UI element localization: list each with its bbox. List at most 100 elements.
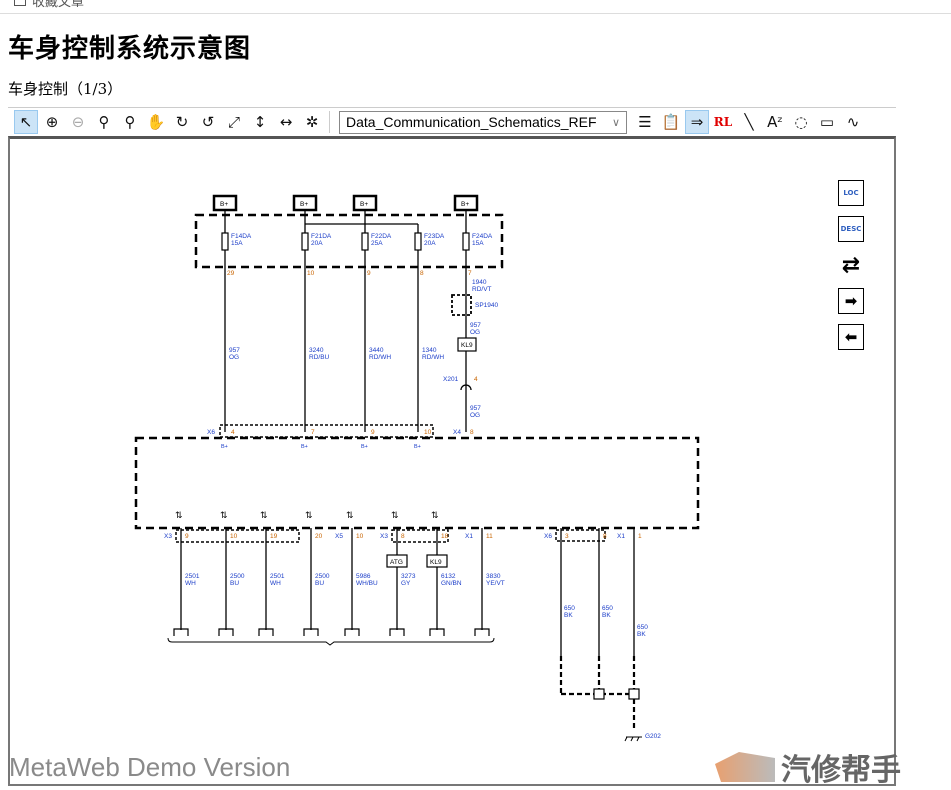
loc-button[interactable]: LOC xyxy=(838,180,864,206)
connector-pin: 8 xyxy=(603,533,607,540)
bidirectional-arrow-icon: ⇅ xyxy=(260,510,268,520)
wire-number: 957 xyxy=(470,322,481,329)
module-pin-b-plus: B+ xyxy=(414,444,421,450)
wire-color: GY xyxy=(401,580,411,587)
fuse-id: F24DA xyxy=(472,233,493,240)
terminal-connector-icon xyxy=(389,628,405,636)
wire-number: 2500 xyxy=(230,573,245,580)
terminal-connector-icon xyxy=(258,628,274,636)
wire-number: 6132 xyxy=(441,573,456,580)
wiring-schematic: B+F14DA15A29957OG4B+B+F21DA20A103240RD/B… xyxy=(134,194,700,742)
kl9-label: KL9 xyxy=(461,342,473,349)
module-pin-b-plus: B+ xyxy=(221,444,228,450)
connector-pin: 10 xyxy=(356,533,364,540)
bidirectional-arrow-icon: ⇅ xyxy=(346,510,354,520)
fuse-F14DA-icon xyxy=(221,232,229,251)
logo: 汽修帮手 xyxy=(715,744,951,790)
connector-x3-outline xyxy=(175,529,300,543)
wire-color: BK xyxy=(602,612,611,619)
connector-id: X1 xyxy=(617,533,625,540)
terminal-connector-icon xyxy=(173,628,189,636)
desc-button[interactable]: DESC xyxy=(838,216,864,242)
fuse-rating: 15A xyxy=(472,240,484,247)
fuse-pin: 8 xyxy=(420,270,424,277)
wire-number: 957 xyxy=(470,405,481,412)
wire-color: OG xyxy=(470,412,480,419)
logo-mark-icon xyxy=(715,752,775,782)
splice-label: SP1940 xyxy=(475,302,499,309)
bidirectional-arrow-icon: ⇅ xyxy=(220,510,228,520)
wire-number: 3240 xyxy=(309,347,324,354)
wire-number: 957 xyxy=(229,347,240,354)
wire-number: 2500 xyxy=(315,573,330,580)
connector-id: X201 xyxy=(443,376,459,383)
fuse-rating: 25A xyxy=(371,240,383,247)
connector-pin: 19 xyxy=(270,533,278,540)
wire-number: 650 xyxy=(637,624,648,631)
logo-text: 汽修帮手 xyxy=(781,753,901,788)
fuse-id: F22DA xyxy=(371,233,392,240)
prev-button[interactable]: ⬅ xyxy=(838,324,864,350)
terminal-connector-icon xyxy=(303,628,319,636)
wire-color: YE/VT xyxy=(486,580,505,587)
wire-number: 1940 xyxy=(472,279,487,286)
connector-id: X3 xyxy=(380,533,388,540)
swap-button[interactable]: ⇄ xyxy=(838,252,864,278)
fuse-pin: 29 xyxy=(227,270,235,277)
connector-id: X6 xyxy=(207,429,215,436)
watermark: MetaWeb Demo Version xyxy=(9,752,291,782)
wire-number: 2501 xyxy=(185,573,200,580)
wire-color: RD/BU xyxy=(309,354,330,361)
connector-pin: 4 xyxy=(474,376,478,383)
ground-icon xyxy=(624,736,642,742)
terminal-connector-icon xyxy=(429,628,445,636)
bidirectional-arrow-icon: ⇅ xyxy=(431,510,439,520)
connector-id: X4 xyxy=(453,429,461,436)
bidirectional-arrow-icon: ⇅ xyxy=(305,510,313,520)
connector-id: X3 xyxy=(164,533,172,540)
fuse-pin: 7 xyxy=(468,270,472,277)
bidirectional-arrow-icon: ⇅ xyxy=(175,510,183,520)
ground-label: G202 xyxy=(645,733,661,740)
connector-id: X5 xyxy=(335,533,343,540)
connector-x6b-outline xyxy=(555,529,606,542)
connector-id: X6 xyxy=(544,533,552,540)
wire-number: 1340 xyxy=(422,347,437,354)
connector-pin: 3 xyxy=(565,533,569,540)
connector-pin: 10 xyxy=(230,533,238,540)
b-plus-label: B+ xyxy=(220,201,228,208)
fuse-id: F23DA xyxy=(424,233,445,240)
bidirectional-arrow-icon: ⇅ xyxy=(391,510,399,520)
wire-number: 650 xyxy=(602,605,613,612)
module-pin: 10 xyxy=(424,429,432,436)
module-pin: 7 xyxy=(311,429,315,436)
connector-pin: 9 xyxy=(185,533,189,540)
fuse-pin: 10 xyxy=(307,270,315,277)
next-icon: ➡ xyxy=(844,292,858,310)
module-pin: 4 xyxy=(231,429,235,436)
wire-color: OG xyxy=(229,354,239,361)
wire-number: 5986 xyxy=(356,573,371,580)
fuse-id: F21DA xyxy=(311,233,332,240)
next-button[interactable]: ➡ xyxy=(838,288,864,314)
wire-color: BU xyxy=(315,580,324,587)
wire-color: RD/WH xyxy=(369,354,391,361)
connector-id: X1 xyxy=(465,533,473,540)
loc-icon: LOC xyxy=(843,189,859,197)
wire-number: 3440 xyxy=(369,347,384,354)
fuse-pin: 9 xyxy=(367,270,371,277)
wire-color: WH xyxy=(270,580,281,587)
module-pin-b-plus: B+ xyxy=(361,444,368,450)
connector-x6-outline xyxy=(219,424,434,438)
swap-icon: ⇄ xyxy=(841,252,861,278)
bus-brace xyxy=(167,637,495,646)
fuse-rating: 20A xyxy=(424,240,436,247)
wire-color: OG xyxy=(470,329,480,336)
connector-pin: 11 xyxy=(486,533,493,540)
fuse-F22DA-icon xyxy=(361,232,369,251)
wire-color: RD/VT xyxy=(472,286,492,293)
terminal-connector-icon xyxy=(218,628,234,636)
fuse-F23DA-icon xyxy=(414,232,422,251)
wire-color: WH xyxy=(185,580,196,587)
fuse-rating: 15A xyxy=(231,240,243,247)
